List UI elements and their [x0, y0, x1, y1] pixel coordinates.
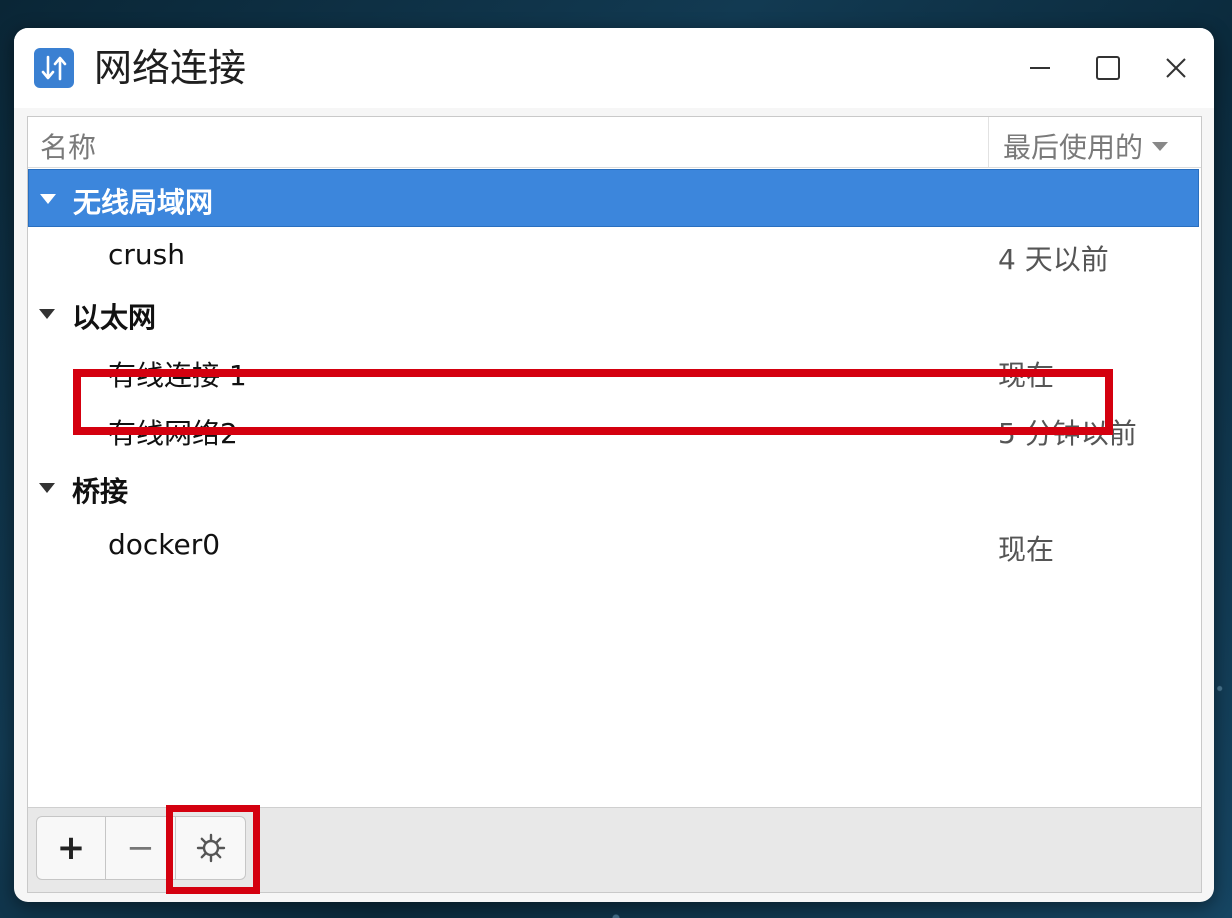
close-button[interactable]: [1156, 48, 1196, 88]
column-header-name[interactable]: 名称: [40, 126, 96, 166]
network-connections-window: 网络连接 名称 最后使用的 无线局域网 crush 4 天以前 以太网 有线连接…: [14, 28, 1214, 902]
list-item[interactable]: crush 4 天以前: [28, 227, 1199, 285]
minus-icon: −: [126, 828, 155, 868]
column-header-last-used-label: 最后使用的: [1003, 131, 1144, 164]
expander-down-icon[interactable]: [39, 309, 55, 319]
group-row-wireless[interactable]: 无线局域网: [28, 169, 1199, 227]
maximize-button[interactable]: [1088, 48, 1128, 88]
gear-icon: [196, 833, 225, 863]
group-label: 无线局域网: [73, 186, 214, 219]
connections-list: 名称 最后使用的 无线局域网 crush 4 天以前 以太网 有线连接 1 现在: [27, 116, 1202, 894]
connection-name: crush: [108, 238, 185, 271]
network-arrows-icon: [34, 48, 74, 88]
connection-last-used: 现在: [998, 533, 1055, 566]
add-connection-button[interactable]: +: [36, 816, 106, 880]
minimize-icon: [1030, 67, 1050, 69]
maximize-icon: [1096, 56, 1120, 80]
list-item[interactable]: 有线连接 1 现在: [28, 343, 1199, 401]
expander-down-icon[interactable]: [39, 483, 55, 493]
window-title: 网络连接: [94, 46, 247, 90]
connection-last-used: 5 分钟以前: [998, 417, 1137, 450]
list-item[interactable]: 有线网络2 5 分钟以前: [28, 401, 1199, 459]
connection-name: 有线连接 1: [108, 359, 247, 392]
connection-name: docker0: [108, 528, 221, 561]
column-divider: [988, 117, 989, 167]
sort-down-icon: [1152, 142, 1169, 151]
group-label: 以太网: [72, 301, 157, 334]
list-item[interactable]: docker0 现在: [28, 517, 1199, 575]
group-label: 桥接: [72, 475, 129, 508]
connection-last-used: 现在: [998, 359, 1055, 392]
minimize-button[interactable]: [1020, 48, 1060, 88]
connection-last-used: 4 天以前: [998, 243, 1109, 276]
close-icon: [1166, 58, 1186, 78]
column-header-last-used[interactable]: 最后使用的: [1003, 126, 1169, 166]
expander-down-icon[interactable]: [40, 194, 56, 204]
group-row-bridge[interactable]: 桥接: [28, 459, 1199, 517]
titlebar: 网络连接: [14, 28, 1214, 108]
remove-connection-button[interactable]: −: [106, 816, 176, 880]
list-header: 名称 最后使用的: [28, 117, 1201, 168]
plus-icon: +: [56, 828, 86, 868]
edit-connection-button[interactable]: [176, 816, 246, 880]
connection-name: 有线网络2: [108, 417, 238, 450]
list-toolbar: + −: [28, 805, 1201, 894]
group-row-ethernet[interactable]: 以太网: [28, 285, 1199, 343]
